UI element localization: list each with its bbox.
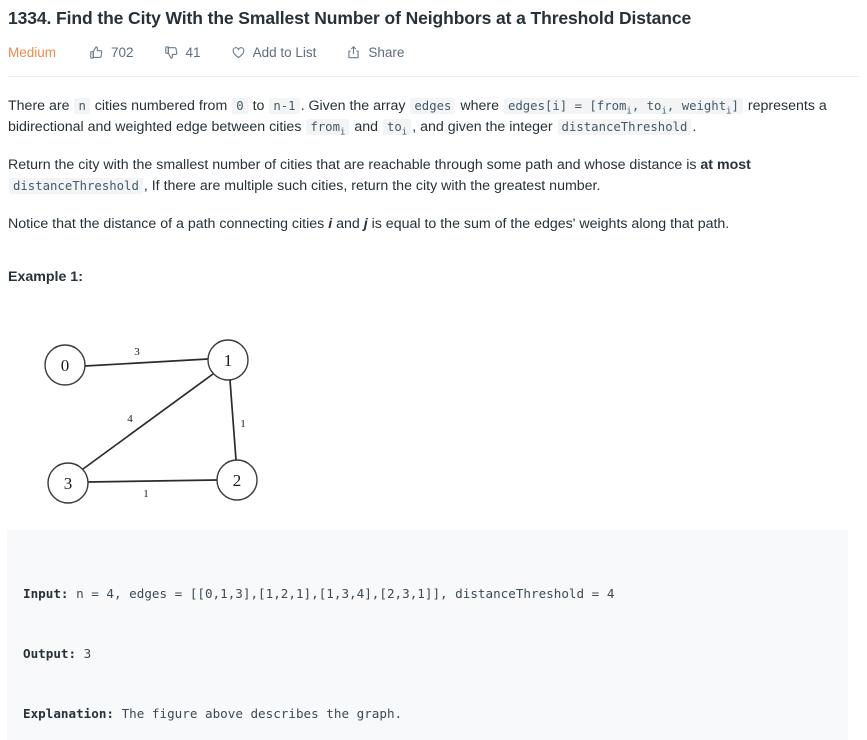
difficulty-badge: Medium — [8, 44, 57, 60]
edge-weight-1-2: 1 — [240, 418, 246, 430]
example-heading: Example 1: — [8, 269, 83, 285]
p1-code-from-main: from — [310, 120, 340, 134]
example-code-block: Input: n = 4, edges = [[0,1,3],[1,2,1],[… — [7, 530, 848, 740]
p1-code-edges-i: edges[i] = [fromi, toi, weighti] — [503, 98, 743, 116]
p2-text-3: , If there are multiple such cities, ret… — [143, 178, 601, 194]
description-paragraph-2: Return the city with the smallest number… — [8, 155, 859, 197]
share-button[interactable]: Share — [346, 45, 404, 60]
downvote-count: 41 — [185, 44, 201, 60]
p1-code-from-sub: i — [339, 127, 346, 138]
code-line-label: Output: — [23, 646, 77, 661]
p2-code-distance-threshold: distanceThreshold — [9, 178, 143, 194]
upvote-button[interactable]: 702 — [89, 45, 134, 60]
p2-text-1: Return the city with the smallest number… — [8, 157, 701, 173]
graph-edges — [82, 358, 237, 483]
node-label-1: 1 — [224, 351, 233, 370]
description-paragraph-1: There are n cities numbered from 0 to n-… — [8, 96, 859, 138]
description-paragraph-3: Notice that the distance of a path conne… — [8, 214, 859, 235]
p1-text-7: and — [350, 119, 382, 135]
p1-code-distance-threshold: distanceThreshold — [557, 119, 692, 135]
p1-code-to-sub: i — [401, 127, 408, 138]
p1-code-edges-i-mid1: , to — [631, 99, 662, 113]
share-icon — [346, 45, 361, 60]
problem-page: 1334. Find the City With the Smallest Nu… — [0, 0, 867, 740]
p1-text-8: , and given the integer — [412, 119, 557, 135]
code-line-text: The figure above describes the graph. — [114, 706, 403, 721]
p1-code-edges: edges — [410, 98, 456, 114]
p1-code-to-main: to — [386, 120, 402, 134]
code-line-label: Explanation: — [23, 706, 114, 721]
p1-text-9: . — [692, 119, 697, 135]
upvote-count: 702 — [111, 44, 134, 60]
code-line: Explanation: The figure above describes … — [23, 704, 832, 724]
edge-1-2 — [229, 379, 237, 461]
p2-bold-at-most: at most — [700, 157, 751, 173]
node-label-0: 0 — [61, 356, 70, 375]
p1-code-to-i: toi — [382, 119, 412, 138]
p3-text-1: Notice that the distance of a path conne… — [8, 216, 329, 232]
p3-text-3: is equal to the sum of the edges' weight… — [367, 216, 730, 232]
code-line: Input: n = 4, edges = [[0,1,3],[1,2,1],[… — [23, 584, 832, 604]
p1-code-from-i: fromi — [306, 119, 350, 138]
edge-weight-0-1: 3 — [134, 346, 140, 358]
edge-weight-1-3: 4 — [127, 413, 133, 425]
share-label: Share — [368, 44, 405, 60]
action-bar: Medium 702 41 Add to List Share — [8, 41, 859, 63]
p3-text-2: and — [332, 216, 364, 232]
edge-0-1 — [84, 358, 209, 367]
p1-text-3: to — [248, 98, 269, 114]
p1-text-4: . Given the array — [300, 98, 410, 114]
downvote-button[interactable]: 41 — [164, 45, 201, 60]
code-line-label: Input: — [23, 586, 69, 601]
p1-code-zero: 0 — [232, 98, 248, 114]
p1-code-n: n — [74, 98, 90, 114]
code-line: Output: 3 — [23, 644, 832, 664]
p1-text-2: cities numbered from — [90, 98, 232, 114]
edge-weight-3-2: 1 — [143, 488, 149, 500]
page-title: 1334. Find the City With the Smallest Nu… — [8, 8, 692, 28]
node-label-2: 2 — [233, 471, 242, 490]
p1-text-1: There are — [8, 98, 74, 114]
code-line-text: n = 4, edges = [[0,1,3],[1,2,1],[1,3,4],… — [68, 586, 615, 601]
p1-code-n-minus-1: n-1 — [269, 98, 300, 114]
edge-3-2 — [87, 479, 218, 483]
p1-code-edges-i-main: edges[i] = [from — [507, 99, 627, 113]
add-to-list-label: Add to List — [252, 44, 317, 60]
heart-icon — [231, 45, 246, 60]
edge-1-3 — [82, 373, 214, 470]
thumbs-up-icon — [89, 45, 104, 60]
thumbs-down-icon — [164, 45, 179, 60]
header-divider — [8, 76, 859, 77]
code-line-text: 3 — [76, 646, 92, 661]
example-graph-figure: 0 1 2 3 3 4 1 1 — [24, 320, 314, 520]
node-label-3: 3 — [64, 474, 73, 493]
p1-code-edges-i-end: ] — [731, 99, 739, 113]
p1-code-edges-i-mid2: , weight — [666, 99, 727, 113]
graph-svg: 0 1 2 3 3 4 1 1 — [44, 339, 258, 504]
p1-text-5: where — [456, 98, 503, 114]
add-to-list-button[interactable]: Add to List — [231, 44, 317, 60]
